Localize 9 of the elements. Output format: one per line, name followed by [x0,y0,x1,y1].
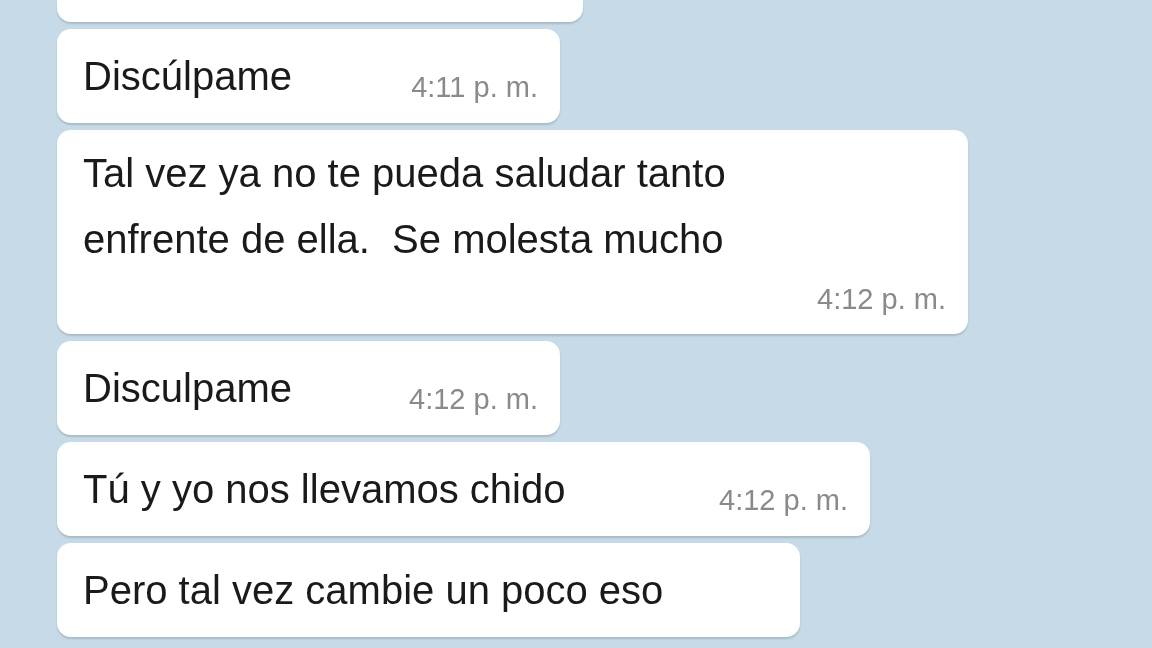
message-time: 4:11 p. m. [411,70,538,105]
message-time: 4:12 p. m. [409,382,538,417]
message-text: Disculpame [83,365,292,412]
message-time: 4:12 p. m. [719,483,848,518]
message-text: Tú y yo nos llevamos chido [83,466,566,513]
message-time: 4:12 p. m. [817,282,946,317]
message-text: Discúlpame [83,53,292,100]
message-text: Pero tal vez cambie un poco eso [83,567,664,614]
message-text: Tal vez ya no te pueda saludar tanto enfrente de ella. Se molesta mucho [83,150,727,263]
